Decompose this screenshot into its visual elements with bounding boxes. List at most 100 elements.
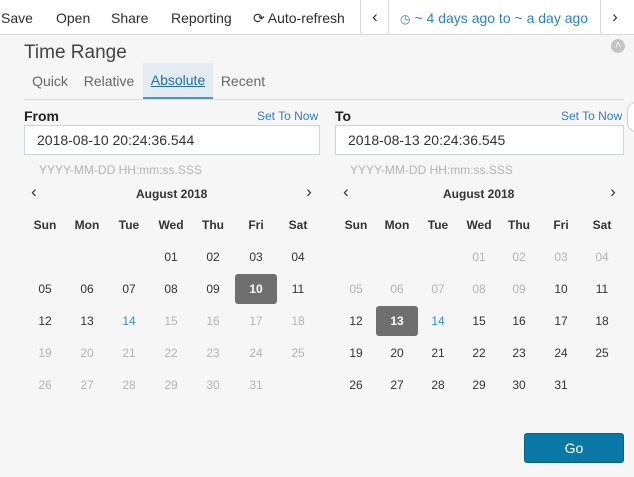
to-day-03[interactable]: 03 xyxy=(540,242,582,272)
to-day-11[interactable]: 11 xyxy=(581,274,623,304)
to-day-26[interactable]: 26 xyxy=(335,370,377,400)
from-weekday-header: Tue xyxy=(118,218,140,232)
from-day-24[interactable]: 24 xyxy=(235,338,277,368)
to-day-30[interactable]: 30 xyxy=(498,370,540,400)
chevron-left-icon: ‹ xyxy=(343,182,349,201)
to-day-22[interactable]: 22 xyxy=(458,338,500,368)
to-day-31[interactable]: 31 xyxy=(540,370,582,400)
to-weekday-header: Wed xyxy=(466,218,492,232)
tab-recent[interactable]: Recent xyxy=(215,63,271,99)
panel-title: Time Range xyxy=(24,42,127,63)
from-day-13[interactable]: 13 xyxy=(66,306,108,336)
tab-relative[interactable]: Relative xyxy=(78,63,140,99)
to-day-20[interactable]: 20 xyxy=(376,338,418,368)
from-day-25[interactable]: 25 xyxy=(277,338,319,368)
to-day-24[interactable]: 24 xyxy=(540,338,582,368)
to-day-23[interactable]: 23 xyxy=(498,338,540,368)
to-day-19[interactable]: 19 xyxy=(335,338,377,368)
to-day-29[interactable]: 29 xyxy=(458,370,500,400)
share-button[interactable]: Share xyxy=(111,0,148,35)
from-weekday-header: Thu xyxy=(202,218,224,232)
from-day-16[interactable]: 16 xyxy=(192,306,234,336)
to-weekday-header: Mon xyxy=(384,218,410,232)
from-day-19[interactable]: 19 xyxy=(24,338,66,368)
from-day-03[interactable]: 03 xyxy=(235,242,277,272)
chevron-left-icon: ‹ xyxy=(31,182,37,201)
from-day-10-selected[interactable]: 10 xyxy=(235,274,277,304)
collapse-button[interactable]: ˄ xyxy=(611,39,625,53)
from-day-22[interactable]: 22 xyxy=(150,338,192,368)
from-weekday-header: Mon xyxy=(74,218,100,232)
time-next-button[interactable]: › xyxy=(604,0,626,35)
to-day-27[interactable]: 27 xyxy=(376,370,418,400)
from-day-20[interactable]: 20 xyxy=(66,338,108,368)
to-day-17[interactable]: 17 xyxy=(540,306,582,336)
from-day-31[interactable]: 31 xyxy=(235,370,277,400)
from-day-21[interactable]: 21 xyxy=(108,338,150,368)
from-set-to-now-link[interactable]: Set To Now xyxy=(257,109,318,123)
time-prev-button[interactable]: ‹ xyxy=(364,0,386,35)
tab-quick[interactable]: Quick xyxy=(24,63,76,99)
from-weekday-header: Sat xyxy=(288,218,308,232)
from-day-17[interactable]: 17 xyxy=(235,306,277,336)
to-day-06[interactable]: 06 xyxy=(376,274,418,304)
to-day-07[interactable]: 07 xyxy=(417,274,459,304)
from-day-11[interactable]: 11 xyxy=(277,274,319,304)
from-day-08[interactable]: 08 xyxy=(150,274,192,304)
from-day-18[interactable]: 18 xyxy=(277,306,319,336)
from-day-07[interactable]: 07 xyxy=(108,274,150,304)
to-day-01[interactable]: 01 xyxy=(458,242,500,272)
to-format-hint: YYYY-MM-DD HH:mm:ss.SSS xyxy=(350,163,513,177)
from-day-29[interactable]: 29 xyxy=(150,370,192,400)
from-day-06[interactable]: 06 xyxy=(66,274,108,304)
from-date-input[interactable] xyxy=(24,125,320,155)
from-weekday-header: Wed xyxy=(158,218,184,232)
to-day-21[interactable]: 21 xyxy=(417,338,459,368)
from-day-27[interactable]: 27 xyxy=(66,370,108,400)
to-next-month-button[interactable]: › xyxy=(603,182,623,202)
time-range-picker-button[interactable]: ◷ ~ 4 days ago to ~ a day ago xyxy=(400,0,588,35)
tab-absolute[interactable]: Absolute xyxy=(143,63,213,99)
from-day-05[interactable]: 05 xyxy=(24,274,66,304)
from-day-12[interactable]: 12 xyxy=(24,306,66,336)
to-day-25[interactable]: 25 xyxy=(581,338,623,368)
chevron-left-icon: ‹ xyxy=(372,7,378,26)
reporting-button[interactable]: Reporting xyxy=(171,0,232,35)
go-button[interactable]: Go xyxy=(524,433,624,463)
to-day-28[interactable]: 28 xyxy=(417,370,459,400)
from-day-26[interactable]: 26 xyxy=(24,370,66,400)
open-button[interactable]: Open xyxy=(56,0,90,35)
to-weekday-header: Fri xyxy=(553,218,569,232)
from-day-30[interactable]: 30 xyxy=(192,370,234,400)
to-day-14[interactable]: 14 xyxy=(417,306,459,336)
clock-icon: ◷ xyxy=(400,12,411,26)
to-day-09[interactable]: 09 xyxy=(498,274,540,304)
to-day-12[interactable]: 12 xyxy=(335,306,377,336)
from-day-28[interactable]: 28 xyxy=(108,370,150,400)
from-day-23[interactable]: 23 xyxy=(192,338,234,368)
to-day-13-selected[interactable]: 13 xyxy=(376,306,418,336)
from-day-15[interactable]: 15 xyxy=(150,306,192,336)
from-day-09[interactable]: 09 xyxy=(192,274,234,304)
save-button[interactable]: Save xyxy=(1,0,33,35)
to-day-04[interactable]: 04 xyxy=(581,242,623,272)
to-day-16[interactable]: 16 xyxy=(498,306,540,336)
to-date-input[interactable] xyxy=(335,125,624,155)
from-next-month-button[interactable]: › xyxy=(299,182,319,202)
to-day-18[interactable]: 18 xyxy=(581,306,623,336)
to-set-to-now-link[interactable]: Set To Now xyxy=(561,109,622,123)
from-day-14[interactable]: 14 xyxy=(108,306,150,336)
from-day-01[interactable]: 01 xyxy=(150,242,192,272)
from-prev-month-button[interactable]: ‹ xyxy=(24,182,44,202)
auto-refresh-button[interactable]: ⟳ Auto-refresh xyxy=(253,0,345,35)
to-day-05[interactable]: 05 xyxy=(335,274,377,304)
to-day-08[interactable]: 08 xyxy=(458,274,500,304)
to-prev-month-button[interactable]: ‹ xyxy=(336,182,356,202)
from-day-04[interactable]: 04 xyxy=(277,242,319,272)
from-day-02[interactable]: 02 xyxy=(192,242,234,272)
to-day-15[interactable]: 15 xyxy=(458,306,500,336)
from-weekday-header: Fri xyxy=(248,218,264,232)
to-day-02[interactable]: 02 xyxy=(498,242,540,272)
side-handle[interactable] xyxy=(627,102,634,132)
to-day-10[interactable]: 10 xyxy=(540,274,582,304)
